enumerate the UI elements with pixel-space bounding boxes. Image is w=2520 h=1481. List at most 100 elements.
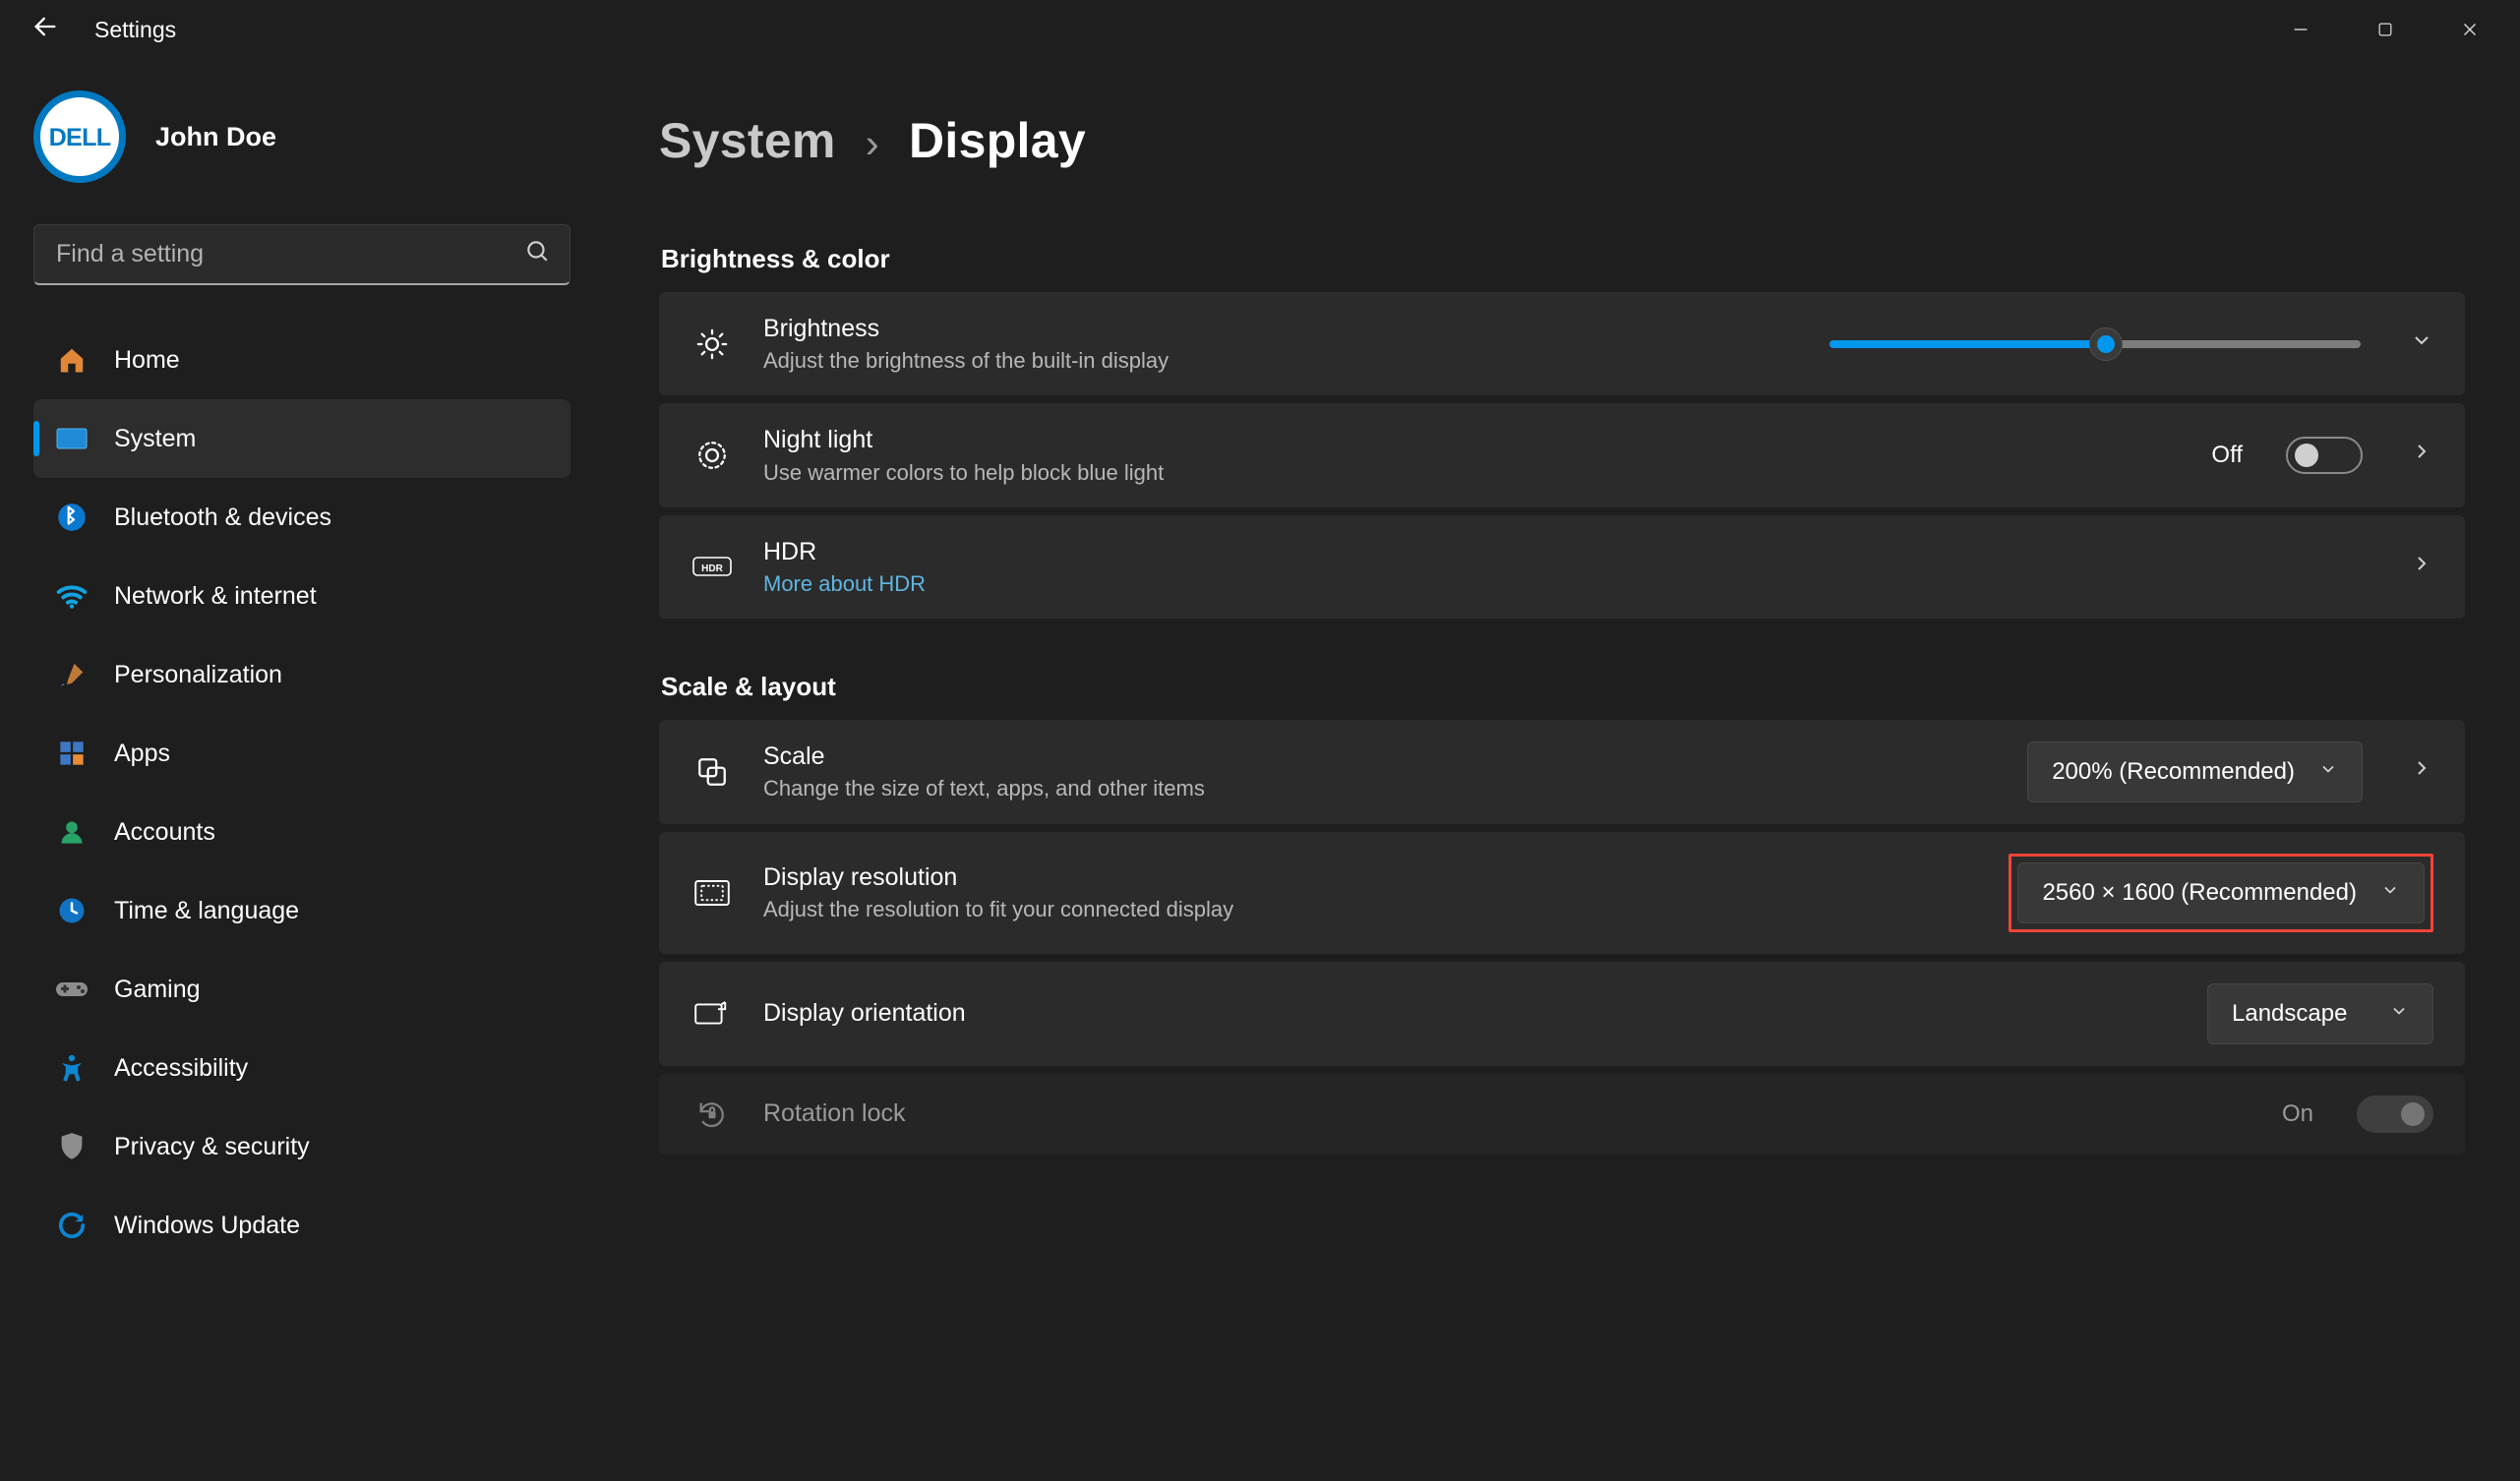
main-content: System › Display Brightness & color Brig… — [604, 59, 2520, 1481]
resolution-subtitle: Adjust the resolution to fit your connec… — [763, 897, 1979, 922]
breadcrumb-current: Display — [909, 112, 1086, 169]
dell-logo-icon: DELL — [43, 100, 116, 173]
rotation-lock-icon — [690, 1097, 734, 1131]
resolution-row[interactable]: Display resolution Adjust the resolution… — [659, 832, 2465, 954]
sidebar-item-personalization[interactable]: Personalization — [33, 635, 570, 714]
chevron-right-icon[interactable] — [2410, 440, 2433, 470]
accessibility-icon — [55, 1051, 89, 1085]
rotation-lock-toggle — [2357, 1096, 2433, 1133]
night-light-state: Off — [2211, 442, 2243, 469]
system-icon — [55, 422, 89, 455]
maximize-button[interactable] — [2343, 0, 2428, 59]
night-light-subtitle: Use warmer colors to help block blue lig… — [763, 460, 2182, 486]
sidebar-item-accounts[interactable]: Accounts — [33, 793, 570, 871]
apps-icon — [55, 737, 89, 770]
orientation-row[interactable]: Display orientation Landscape — [659, 962, 2465, 1066]
app-title: Settings — [94, 17, 176, 43]
person-icon — [55, 815, 89, 849]
bluetooth-icon — [55, 501, 89, 534]
chevron-down-icon[interactable] — [2410, 328, 2433, 359]
sidebar-item-label: Gaming — [114, 976, 201, 1004]
sidebar-item-windows-update[interactable]: Windows Update — [33, 1186, 570, 1265]
home-icon — [55, 343, 89, 377]
hdr-link[interactable]: More about HDR — [763, 571, 2380, 597]
brightness-title: Brightness — [763, 314, 1169, 344]
sidebar: DELL John Doe Home System Bluetooth & de — [0, 59, 604, 1481]
orientation-dropdown[interactable]: Landscape — [2207, 983, 2433, 1044]
orientation-value: Landscape — [2232, 1000, 2347, 1028]
svg-text:HDR: HDR — [701, 563, 723, 574]
night-light-row[interactable]: Night light Use warmer colors to help bl… — [659, 403, 2465, 506]
wifi-icon — [55, 579, 89, 613]
resolution-value: 2560 × 1600 (Recommended) — [2042, 879, 2357, 907]
gamepad-icon — [55, 973, 89, 1006]
hdr-row[interactable]: HDR HDR More about HDR — [659, 515, 2465, 619]
sidebar-item-label: Network & internet — [114, 582, 317, 611]
sidebar-item-label: Windows Update — [114, 1212, 300, 1240]
scale-dropdown[interactable]: 200% (Recommended) — [2027, 741, 2363, 802]
sidebar-item-label: Time & language — [114, 897, 299, 925]
account-block[interactable]: DELL John Doe — [33, 90, 570, 183]
section-title-brightness: Brightness & color — [661, 244, 2465, 274]
scale-row[interactable]: Scale Change the size of text, apps, and… — [659, 720, 2465, 824]
shield-icon — [55, 1130, 89, 1163]
sidebar-nav: Home System Bluetooth & devices Network … — [33, 321, 570, 1265]
sidebar-item-bluetooth[interactable]: Bluetooth & devices — [33, 478, 570, 557]
sidebar-item-apps[interactable]: Apps — [33, 714, 570, 793]
title-bar: Settings — [0, 0, 2520, 59]
sidebar-item-label: Privacy & security — [114, 1133, 310, 1161]
rotation-lock-row: Rotation lock On — [659, 1074, 2465, 1155]
arrow-left-icon — [31, 13, 59, 40]
resolution-dropdown[interactable]: 2560 × 1600 (Recommended) — [2017, 862, 2425, 923]
user-name: John Doe — [155, 122, 276, 152]
svg-text:DELL: DELL — [49, 124, 111, 151]
sidebar-item-label: System — [114, 425, 196, 453]
search-icon — [524, 238, 550, 270]
sidebar-item-gaming[interactable]: Gaming — [33, 950, 570, 1029]
resolution-title: Display resolution — [763, 862, 1979, 893]
chevron-right-icon[interactable] — [2410, 552, 2433, 582]
brightness-row[interactable]: Brightness Adjust the brightness of the … — [659, 292, 2465, 395]
orientation-title: Display orientation — [763, 998, 2178, 1029]
back-button[interactable] — [24, 13, 67, 47]
breadcrumb-parent[interactable]: System — [659, 112, 836, 169]
hdr-icon: HDR — [690, 554, 734, 579]
sidebar-item-label: Bluetooth & devices — [114, 504, 331, 532]
sidebar-item-privacy[interactable]: Privacy & security — [33, 1107, 570, 1186]
sidebar-item-home[interactable]: Home — [33, 321, 570, 399]
minimize-button[interactable] — [2258, 0, 2343, 59]
sidebar-item-label: Apps — [114, 740, 170, 768]
rotation-lock-title: Rotation lock — [763, 1098, 2252, 1129]
section-title-scale: Scale & layout — [661, 672, 2465, 702]
scale-title: Scale — [763, 741, 1998, 772]
search-input[interactable] — [54, 239, 524, 269]
sidebar-item-label: Home — [114, 346, 180, 375]
search-box[interactable] — [33, 224, 570, 285]
scale-subtitle: Change the size of text, apps, and other… — [763, 776, 1998, 801]
rotation-lock-state: On — [2282, 1100, 2313, 1128]
chevron-down-icon — [2380, 880, 2400, 906]
minimize-icon — [2290, 19, 2311, 40]
sidebar-item-system[interactable]: System — [33, 399, 570, 478]
resolution-highlight: 2560 × 1600 (Recommended) — [2009, 854, 2433, 932]
close-button[interactable] — [2428, 0, 2512, 59]
sidebar-item-network[interactable]: Network & internet — [33, 557, 570, 635]
orientation-icon — [690, 999, 734, 1029]
sidebar-item-time-language[interactable]: Time & language — [33, 871, 570, 950]
brightness-slider[interactable] — [1830, 340, 2361, 348]
clock-globe-icon — [55, 894, 89, 927]
scale-value: 200% (Recommended) — [2052, 758, 2295, 786]
sidebar-item-label: Accounts — [114, 818, 215, 847]
update-icon — [55, 1209, 89, 1242]
chevron-right-icon[interactable] — [2410, 756, 2433, 787]
chevron-down-icon — [2389, 1001, 2409, 1027]
close-icon — [2459, 19, 2481, 40]
breadcrumb: System › Display — [659, 112, 2465, 169]
night-light-toggle[interactable] — [2286, 437, 2363, 474]
brightness-subtitle: Adjust the brightness of the built-in di… — [763, 348, 1169, 374]
chevron-down-icon — [2318, 759, 2338, 785]
sidebar-item-accessibility[interactable]: Accessibility — [33, 1029, 570, 1107]
avatar: DELL — [33, 90, 126, 183]
chevron-right-icon: › — [866, 120, 879, 167]
sidebar-item-label: Accessibility — [114, 1054, 248, 1083]
